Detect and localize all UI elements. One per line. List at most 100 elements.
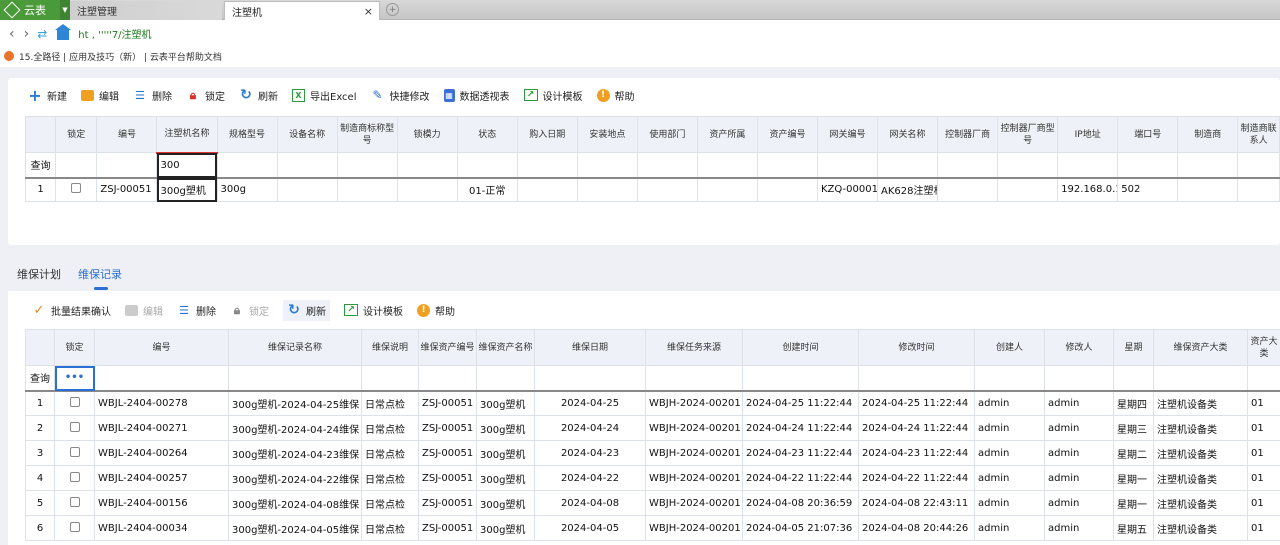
tab-maintenance-record[interactable]: 维保记录 <box>78 266 122 290</box>
modified-cell[interactable]: 2024-04-08 20:44:26 <box>858 515 975 541</box>
modifier-cell[interactable]: admin <box>1044 440 1114 466</box>
cell[interactable] <box>756 177 818 202</box>
column-header[interactable]: 端口号 <box>1117 116 1179 153</box>
cell[interactable] <box>276 177 338 202</box>
lock-checkbox[interactable] <box>71 183 82 194</box>
app-menu-button[interactable]: 云表 ▼ <box>0 0 70 20</box>
design-template-button[interactable]: ↗ 设计模板 <box>344 303 403 318</box>
modified-cell[interactable]: 2024-04-25 11:22:44 <box>858 390 975 416</box>
column-header[interactable]: 编号 <box>96 116 158 153</box>
name-cell[interactable]: 300g塑机 <box>156 177 218 202</box>
source-cell[interactable]: WBJH-2024-00201 <box>645 490 743 516</box>
query-cell[interactable] <box>1117 152 1179 178</box>
column-header[interactable]: 维保日期 <box>534 329 646 366</box>
column-header[interactable]: 规格型号 <box>216 116 278 153</box>
lock-checkbox[interactable] <box>69 521 80 532</box>
created-cell[interactable]: 2024-04-05 21:07:36 <box>742 515 859 541</box>
cat2-cell[interactable]: 01 <box>1247 415 1280 441</box>
quick-edit-button[interactable]: ✎ 快捷修改 <box>371 88 429 103</box>
column-header[interactable]: 创建人 <box>974 329 1045 366</box>
refresh-button[interactable]: ↻ 刷新 <box>283 299 330 321</box>
query-cell[interactable] <box>645 365 743 391</box>
asset-code-cell[interactable]: ZSJ-00051 <box>418 465 477 491</box>
query-cell[interactable] <box>1247 365 1280 391</box>
column-header[interactable]: 制造商联系人 <box>1237 116 1280 153</box>
date-cell[interactable]: 2024-04-25 <box>534 390 646 416</box>
lock-checkbox[interactable] <box>69 396 80 407</box>
asset-code-cell[interactable]: ZSJ-00051 <box>418 515 477 541</box>
query-cell[interactable] <box>576 152 638 178</box>
code-cell[interactable]: WBJL-2404-00278 <box>94 390 229 416</box>
spec-cell[interactable]: 300g <box>216 177 278 202</box>
modifier-cell[interactable]: admin <box>1044 515 1114 541</box>
close-icon[interactable]: × <box>364 5 373 18</box>
lock-checkbox-cell[interactable] <box>54 440 95 466</box>
source-cell[interactable]: WBJH-2024-00201 <box>645 515 743 541</box>
column-header[interactable]: 网关编号 <box>816 116 879 153</box>
query-name-input[interactable]: 300 <box>156 151 218 178</box>
bookmark-links[interactable]: 15.全路径 | 应用及技巧（新） | 云表平台帮助文档 <box>19 50 222 63</box>
desc-cell[interactable]: 日常点检 <box>361 515 419 541</box>
cell[interactable] <box>1177 177 1239 202</box>
asset-name-cell[interactable]: 300g塑机 <box>476 515 535 541</box>
edit-button[interactable]: 编辑 <box>81 88 119 103</box>
modified-cell[interactable]: 2024-04-08 22:43:11 <box>858 490 975 516</box>
creator-cell[interactable]: admin <box>974 390 1045 416</box>
date-cell[interactable]: 2024-04-05 <box>534 515 646 541</box>
status-cell[interactable]: 01-正常 <box>456 177 518 202</box>
table-row[interactable]: 4 WBJL-2404-00257 300g塑机-2024-04-22维保 日常点检 Z… <box>25 465 1280 491</box>
category-cell[interactable]: 注塑机设备类 <box>1153 515 1248 541</box>
cell[interactable] <box>696 177 758 202</box>
modifier-cell[interactable]: admin <box>1044 465 1114 491</box>
source-cell[interactable]: WBJH-2024-00201 <box>645 440 743 466</box>
created-cell[interactable]: 2024-04-24 11:22:44 <box>742 415 859 441</box>
column-header[interactable]: 编号 <box>94 329 229 366</box>
name-cell[interactable]: 300g塑机-2024-04-25维保 <box>228 390 362 416</box>
edit-button[interactable]: 编辑 <box>125 303 163 318</box>
creator-cell[interactable]: admin <box>974 440 1045 466</box>
modifier-cell[interactable]: admin <box>1044 415 1114 441</box>
cat2-cell[interactable]: 01 <box>1247 465 1280 491</box>
query-cell[interactable] <box>816 152 879 178</box>
query-cell[interactable] <box>974 365 1045 391</box>
code-cell[interactable]: WBJL-2404-00257 <box>94 465 229 491</box>
desc-cell[interactable]: 日常点检 <box>361 465 419 491</box>
code-cell[interactable]: WBJL-2404-00156 <box>94 490 229 516</box>
query-cell[interactable] <box>877 152 939 178</box>
modified-cell[interactable]: 2024-04-23 11:22:44 <box>858 440 975 466</box>
column-header[interactable]: 控制器厂商型号 <box>997 116 1059 153</box>
query-cell[interactable] <box>276 152 338 178</box>
query-cell[interactable] <box>1057 152 1119 178</box>
table-row[interactable]: 6 WBJL-2404-00034 300g塑机-2024-04-05维保 日常点检 Z… <box>25 515 1280 541</box>
query-cell[interactable] <box>756 152 818 178</box>
cell[interactable] <box>937 177 999 202</box>
modified-cell[interactable]: 2024-04-22 11:22:44 <box>858 465 975 491</box>
week-cell[interactable]: 星期四 <box>1113 390 1154 416</box>
query-lock-filter[interactable]: ••• <box>54 365 95 391</box>
lock-checkbox-cell[interactable] <box>55 177 98 202</box>
gateway-code-cell[interactable]: KZQ-00001 <box>816 177 879 202</box>
column-header[interactable]: 维保资产名称 <box>476 329 535 366</box>
lock-checkbox-cell[interactable] <box>54 415 95 441</box>
week-cell[interactable]: 星期二 <box>1113 440 1154 466</box>
source-cell[interactable]: WBJH-2024-00201 <box>645 465 743 491</box>
date-cell[interactable]: 2024-04-23 <box>534 440 646 466</box>
back-icon[interactable]: ‹ <box>9 26 15 42</box>
query-cell[interactable] <box>1113 365 1154 391</box>
lock-checkbox[interactable] <box>69 471 80 482</box>
export-excel-button[interactable]: X 导出Excel <box>292 88 357 103</box>
query-cell[interactable] <box>361 365 419 391</box>
column-header[interactable]: 制造商 <box>1177 116 1239 153</box>
query-cell[interactable] <box>336 152 398 178</box>
created-cell[interactable]: 2024-04-22 11:22:44 <box>742 465 859 491</box>
created-cell[interactable]: 2024-04-23 11:22:44 <box>742 440 859 466</box>
name-cell[interactable]: 300g塑机-2024-04-22维保 <box>228 465 362 491</box>
created-cell[interactable]: 2024-04-08 20:36:59 <box>742 490 859 516</box>
desc-cell[interactable]: 日常点检 <box>361 390 419 416</box>
asset-name-cell[interactable]: 300g塑机 <box>476 465 535 491</box>
asset-code-cell[interactable]: ZSJ-00051 <box>418 440 477 466</box>
table-row[interactable]: 1 WBJL-2404-00278 300g塑机-2024-04-25维保 日常点检 Z… <box>25 390 1280 416</box>
table-row[interactable]: 3 WBJL-2404-00264 300g塑机-2024-04-23维保 日常点检 Z… <box>25 440 1280 466</box>
column-header[interactable]: 资产所属 <box>696 116 758 153</box>
created-cell[interactable]: 2024-04-25 11:22:44 <box>742 390 859 416</box>
